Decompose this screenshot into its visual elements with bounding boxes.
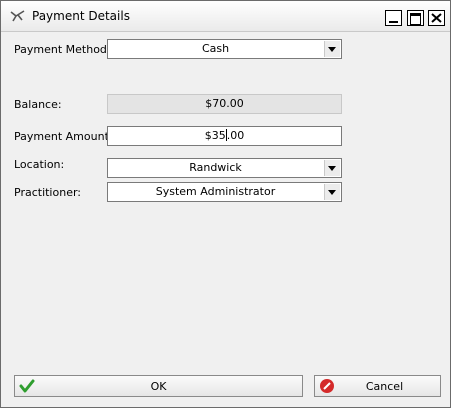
close-icon — [431, 13, 442, 23]
balance-label: Balance: — [14, 98, 62, 111]
maximize-button[interactable] — [407, 10, 424, 26]
ok-label: OK — [150, 380, 167, 393]
payment-method-label: Payment Method: — [14, 43, 111, 56]
payment-amount-value-end: .00 — [226, 129, 245, 142]
chevron-down-icon[interactable] — [324, 41, 340, 57]
payment-amount-input[interactable]: $35.00 — [107, 126, 342, 146]
payment-method-select[interactable]: Cash — [107, 39, 342, 59]
balance-field: $70.00 — [107, 94, 342, 114]
location-label: Location: — [14, 158, 65, 171]
cancel-button[interactable]: Cancel — [314, 375, 441, 397]
minimize-button[interactable] — [385, 10, 402, 26]
practitioner-value: System Administrator — [155, 185, 276, 198]
chevron-down-icon[interactable] — [324, 184, 340, 200]
payment-details-dialog: Payment Details Payment Method: Cash Bal… — [0, 0, 451, 408]
balance-value: $70.00 — [205, 97, 244, 110]
chevron-down-icon[interactable] — [324, 160, 340, 176]
close-button[interactable] — [428, 10, 445, 26]
title-bar[interactable]: Payment Details — [1, 1, 450, 32]
practitioner-select[interactable]: System Administrator — [107, 182, 342, 202]
practitioner-label: Practitioner: — [14, 186, 81, 199]
payment-amount-label: Payment Amount: — [14, 130, 113, 143]
cancel-label: Cancel — [365, 380, 404, 393]
window-title: Payment Details — [32, 9, 130, 23]
app-logo-icon — [10, 10, 25, 22]
payment-amount-value-start: $35 — [204, 129, 226, 142]
location-select[interactable]: Randwick — [107, 158, 342, 178]
ok-button[interactable]: OK — [14, 375, 303, 397]
location-value: Randwick — [189, 161, 242, 174]
payment-method-value: Cash — [201, 42, 230, 55]
